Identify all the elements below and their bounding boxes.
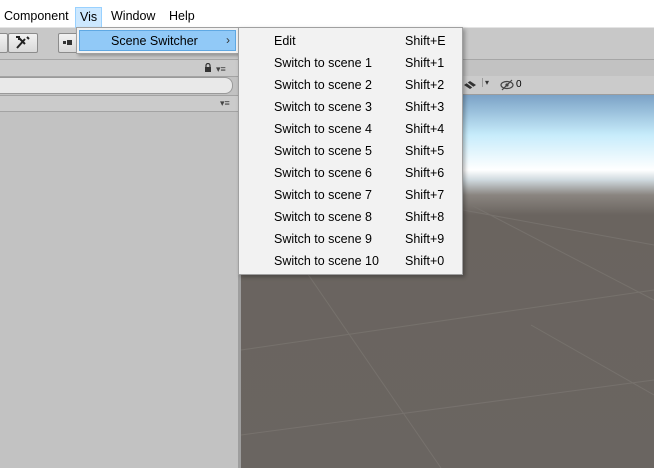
menu-item-scene-3[interactable]: Switch to scene 3 Shift+3 <box>241 96 460 118</box>
menu-item-scene-9[interactable]: Switch to scene 9 Shift+9 <box>241 228 460 250</box>
tools-button[interactable] <box>8 33 38 53</box>
menu-item-label: Switch to scene 1 <box>274 56 372 70</box>
menu-vis[interactable]: Vis <box>75 7 103 28</box>
vis-menu: Scene Switcher › <box>76 27 239 54</box>
tools-icon <box>16 36 30 49</box>
menu-item-edit[interactable]: Edit Shift+E <box>241 30 460 52</box>
menu-item-label: Switch to scene 5 <box>274 144 372 158</box>
panel-menu-icon[interactable]: ▾≡ <box>216 64 226 74</box>
menu-item-scene-10[interactable]: Switch to scene 10 Shift+0 <box>241 250 460 272</box>
submenu-arrow-icon: › <box>226 33 230 47</box>
hierarchy-panel <box>0 112 238 468</box>
project-header: ▾≡ <box>0 95 238 112</box>
scene-switcher-menu-item[interactable]: Scene Switcher › <box>79 30 236 51</box>
menu-item-scene-6[interactable]: Switch to scene 6 Shift+6 <box>241 162 460 184</box>
menu-item-scene-2[interactable]: Switch to scene 2 Shift+2 <box>241 74 460 96</box>
visibility-icon[interactable] <box>499 79 515 91</box>
menu-item-shortcut: Shift+6 <box>405 166 445 180</box>
menu-item-scene-8[interactable]: Switch to scene 8 Shift+8 <box>241 206 460 228</box>
menu-item-shortcut: Shift+E <box>405 34 446 48</box>
menu-item-shortcut: Shift+7 <box>405 188 445 202</box>
menu-item-scene-5[interactable]: Switch to scene 5 Shift+5 <box>241 140 460 162</box>
scene-switcher-label: Scene Switcher <box>111 34 198 48</box>
tool-button-prev[interactable] <box>0 33 8 53</box>
menu-item-shortcut: Shift+8 <box>405 210 445 224</box>
menu-item-scene-7[interactable]: Switch to scene 7 Shift+7 <box>241 184 460 206</box>
panel-menu-icon[interactable]: ▾≡ <box>220 98 230 108</box>
menu-item-shortcut: Shift+1 <box>405 56 445 70</box>
menu-item-label: Edit <box>274 34 296 48</box>
menu-item-label: Switch to scene 4 <box>274 122 372 136</box>
menu-item-label: Switch to scene 8 <box>274 210 372 224</box>
menu-item-scene-4[interactable]: Switch to scene 4 Shift+4 <box>241 118 460 140</box>
gizmos-icon[interactable] <box>463 79 477 91</box>
lock-icon[interactable] <box>204 63 212 73</box>
menu-item-shortcut: Shift+9 <box>405 232 445 246</box>
menu-item-shortcut: Shift+3 <box>405 100 445 114</box>
menu-help[interactable]: Help <box>165 7 199 25</box>
hidden-count: 0 <box>516 79 522 90</box>
menu-item-label: Switch to scene 9 <box>274 232 372 246</box>
gizmos-dropdown[interactable]: ▾ <box>482 78 489 87</box>
menu-item-scene-1[interactable]: Switch to scene 1 Shift+1 <box>241 52 460 74</box>
menu-item-shortcut: Shift+4 <box>405 122 445 136</box>
menu-item-shortcut: Shift+2 <box>405 78 445 92</box>
menu-item-shortcut: Shift+5 <box>405 144 445 158</box>
scene-switcher-menu: Edit Shift+E Switch to scene 1 Shift+1 S… <box>238 27 463 275</box>
menu-bar: Component Vis Window Help <box>0 0 654 28</box>
hierarchy-search-input[interactable] <box>0 77 233 94</box>
menu-item-label: Switch to scene 3 <box>274 100 372 114</box>
menu-item-label: Switch to scene 10 <box>274 254 379 268</box>
menu-item-label: Switch to scene 6 <box>274 166 372 180</box>
menu-component[interactable]: Component <box>0 7 73 25</box>
menu-item-label: Switch to scene 2 <box>274 78 372 92</box>
hierarchy-header: ▾≡ <box>0 60 238 77</box>
menu-item-shortcut: Shift+0 <box>405 254 445 268</box>
menu-window[interactable]: Window <box>107 7 159 25</box>
menu-item-label: Switch to scene 7 <box>274 188 372 202</box>
